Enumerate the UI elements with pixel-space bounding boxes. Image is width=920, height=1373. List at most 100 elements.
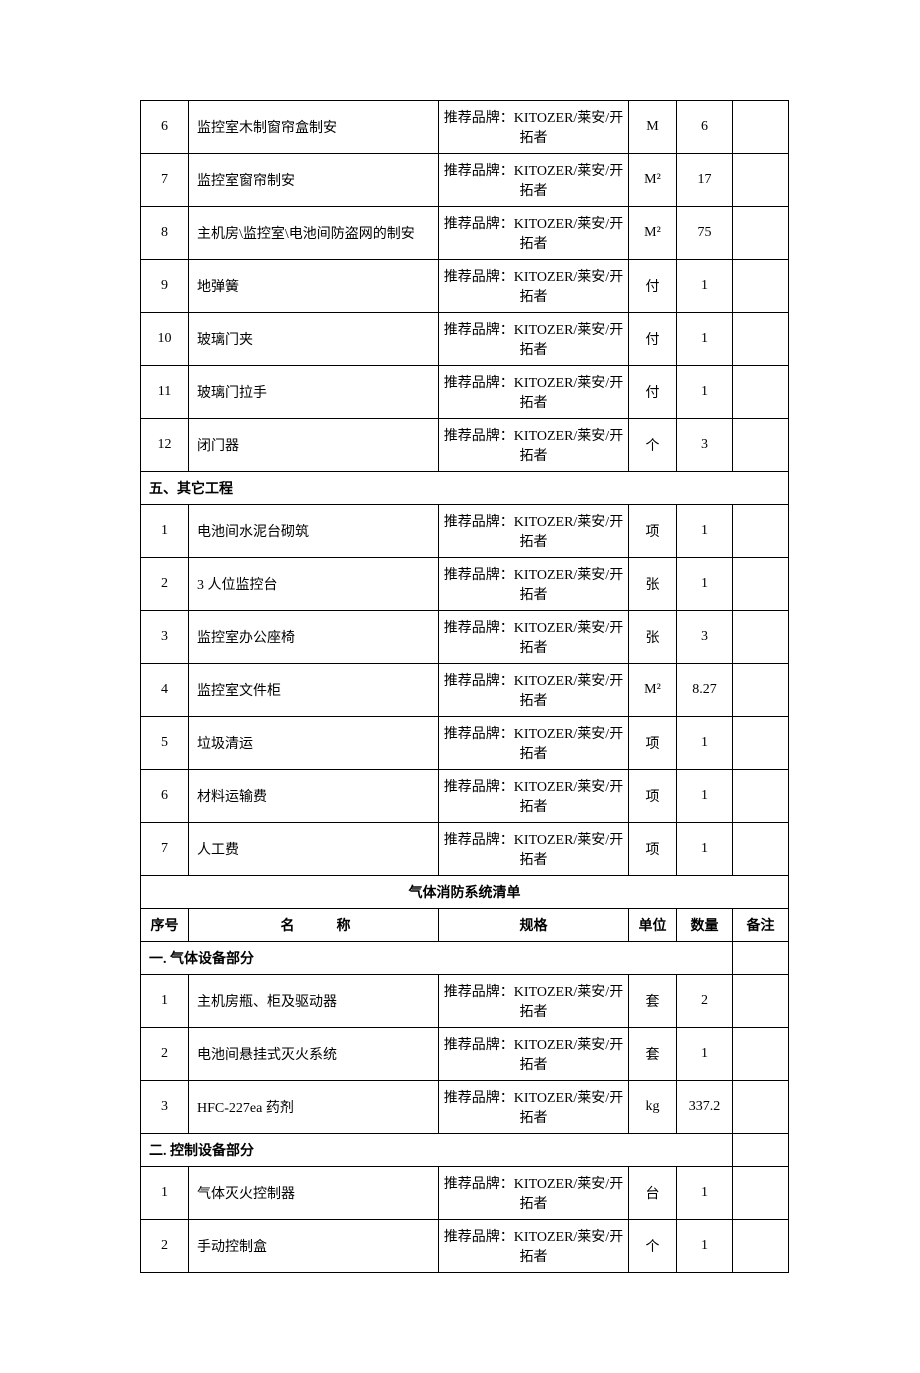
table-row: 12闭门器推荐品牌：KITOZER/莱安/开拓者个3: [141, 419, 789, 472]
cell-name: 闭门器: [189, 419, 439, 472]
cell-qty: 1: [677, 313, 733, 366]
cell-note: [733, 154, 789, 207]
cell-qty: 75: [677, 207, 733, 260]
cell-name: 监控室窗帘制安: [189, 154, 439, 207]
list-title-row: 气体消防系统清单: [141, 876, 789, 909]
table-row: 23 人位监控台推荐品牌：KITOZER/莱安/开拓者张1: [141, 558, 789, 611]
cell-qty: 1: [677, 717, 733, 770]
cell-spec: 推荐品牌：KITOZER/莱安/开拓者: [439, 366, 629, 419]
cell-note: [733, 260, 789, 313]
table-row: 7监控室窗帘制安推荐品牌：KITOZER/莱安/开拓者M²17: [141, 154, 789, 207]
cell-spec: 推荐品牌：KITOZER/莱安/开拓者: [439, 313, 629, 366]
cell-note: [733, 664, 789, 717]
cell-name: HFC-227ea 药剂: [189, 1081, 439, 1134]
table-row: 9地弹簧推荐品牌：KITOZER/莱安/开拓者付1: [141, 260, 789, 313]
cell-unit: 张: [629, 611, 677, 664]
cell-seq: 12: [141, 419, 189, 472]
cell-qty: 1: [677, 1028, 733, 1081]
cell-spec: 推荐品牌：KITOZER/莱安/开拓者: [439, 505, 629, 558]
cell-spec: 推荐品牌：KITOZER/莱安/开拓者: [439, 154, 629, 207]
hdr-unit: 单位: [629, 909, 677, 942]
cell-unit: 付: [629, 260, 677, 313]
table-row: 10玻璃门夹推荐品牌：KITOZER/莱安/开拓者付1: [141, 313, 789, 366]
cell-spec: 推荐品牌：KITOZER/莱安/开拓者: [439, 1081, 629, 1134]
hdr-note: 备注: [733, 909, 789, 942]
cell-name: 监控室文件柜: [189, 664, 439, 717]
cell-unit: 项: [629, 505, 677, 558]
table-row: 8主机房\监控室\电池间防盗网的制安推荐品牌：KITOZER/莱安/开拓者M²7…: [141, 207, 789, 260]
table-row: 6材料运输费推荐品牌：KITOZER/莱安/开拓者项1: [141, 770, 789, 823]
hdr-name: 名 称: [189, 909, 439, 942]
cell-seq: 1: [141, 505, 189, 558]
cell-unit: 套: [629, 975, 677, 1028]
cell-note: [733, 942, 789, 975]
cell-note: [733, 611, 789, 664]
cell-qty: 1: [677, 770, 733, 823]
section-header: 一. 气体设备部分: [141, 942, 789, 975]
cell-unit: 个: [629, 419, 677, 472]
section-title: 一. 气体设备部分: [141, 942, 733, 975]
table-row: 4监控室文件柜推荐品牌：KITOZER/莱安/开拓者M²8.27: [141, 664, 789, 717]
cell-unit: 个: [629, 1220, 677, 1273]
table-row: 1气体灭火控制器推荐品牌：KITOZER/莱安/开拓者台1: [141, 1167, 789, 1220]
cell-seq: 8: [141, 207, 189, 260]
cell-spec: 推荐品牌：KITOZER/莱安/开拓者: [439, 611, 629, 664]
cell-spec: 推荐品牌：KITOZER/莱安/开拓者: [439, 1220, 629, 1273]
cell-unit: M²: [629, 207, 677, 260]
cell-seq: 11: [141, 366, 189, 419]
cell-unit: M: [629, 101, 677, 154]
cell-note: [733, 313, 789, 366]
cell-qty: 17: [677, 154, 733, 207]
cell-note: [733, 770, 789, 823]
cell-seq: 1: [141, 1167, 189, 1220]
list-title: 气体消防系统清单: [141, 876, 789, 909]
hdr-qty: 数量: [677, 909, 733, 942]
cell-name: 监控室木制窗帘盒制安: [189, 101, 439, 154]
cell-name: 垃圾清运: [189, 717, 439, 770]
cell-unit: M²: [629, 664, 677, 717]
cell-qty: 1: [677, 1220, 733, 1273]
cell-name: 电池间悬挂式灭火系统: [189, 1028, 439, 1081]
section-title: 五、其它工程: [141, 472, 789, 505]
cell-note: [733, 1220, 789, 1273]
spec-table: 6监控室木制窗帘盒制安推荐品牌：KITOZER/莱安/开拓者M67监控室窗帘制安…: [140, 100, 789, 1273]
cell-qty: 2: [677, 975, 733, 1028]
cell-spec: 推荐品牌：KITOZER/莱安/开拓者: [439, 419, 629, 472]
cell-unit: 套: [629, 1028, 677, 1081]
cell-name: 材料运输费: [189, 770, 439, 823]
cell-qty: 337.2: [677, 1081, 733, 1134]
cell-spec: 推荐品牌：KITOZER/莱安/开拓者: [439, 101, 629, 154]
cell-seq: 6: [141, 770, 189, 823]
header-row: 序号名 称规格单位数量备注: [141, 909, 789, 942]
cell-unit: 张: [629, 558, 677, 611]
cell-name: 3 人位监控台: [189, 558, 439, 611]
table-row: 5垃圾清运推荐品牌：KITOZER/莱安/开拓者项1: [141, 717, 789, 770]
cell-seq: 2: [141, 558, 189, 611]
cell-seq: 10: [141, 313, 189, 366]
cell-qty: 1: [677, 1167, 733, 1220]
table-row: 6监控室木制窗帘盒制安推荐品牌：KITOZER/莱安/开拓者M6: [141, 101, 789, 154]
cell-note: [733, 1081, 789, 1134]
table-row: 7人工费推荐品牌：KITOZER/莱安/开拓者项1: [141, 823, 789, 876]
cell-name: 手动控制盒: [189, 1220, 439, 1273]
cell-unit: 付: [629, 366, 677, 419]
cell-note: [733, 558, 789, 611]
cell-note: [733, 823, 789, 876]
cell-note: [733, 1167, 789, 1220]
cell-spec: 推荐品牌：KITOZER/莱安/开拓者: [439, 975, 629, 1028]
table-row: 2电池间悬挂式灭火系统推荐品牌：KITOZER/莱安/开拓者套1: [141, 1028, 789, 1081]
cell-name: 主机房\监控室\电池间防盗网的制安: [189, 207, 439, 260]
cell-seq: 3: [141, 1081, 189, 1134]
cell-note: [733, 717, 789, 770]
table-row: 11玻璃门拉手推荐品牌：KITOZER/莱安/开拓者付1: [141, 366, 789, 419]
cell-spec: 推荐品牌：KITOZER/莱安/开拓者: [439, 260, 629, 313]
cell-seq: 4: [141, 664, 189, 717]
section-title: 二. 控制设备部分: [141, 1134, 733, 1167]
cell-qty: 8.27: [677, 664, 733, 717]
cell-seq: 5: [141, 717, 189, 770]
table-row: 3监控室办公座椅推荐品牌：KITOZER/莱安/开拓者张3: [141, 611, 789, 664]
cell-seq: 2: [141, 1220, 189, 1273]
cell-name: 气体灭火控制器: [189, 1167, 439, 1220]
cell-name: 监控室办公座椅: [189, 611, 439, 664]
cell-qty: 3: [677, 611, 733, 664]
